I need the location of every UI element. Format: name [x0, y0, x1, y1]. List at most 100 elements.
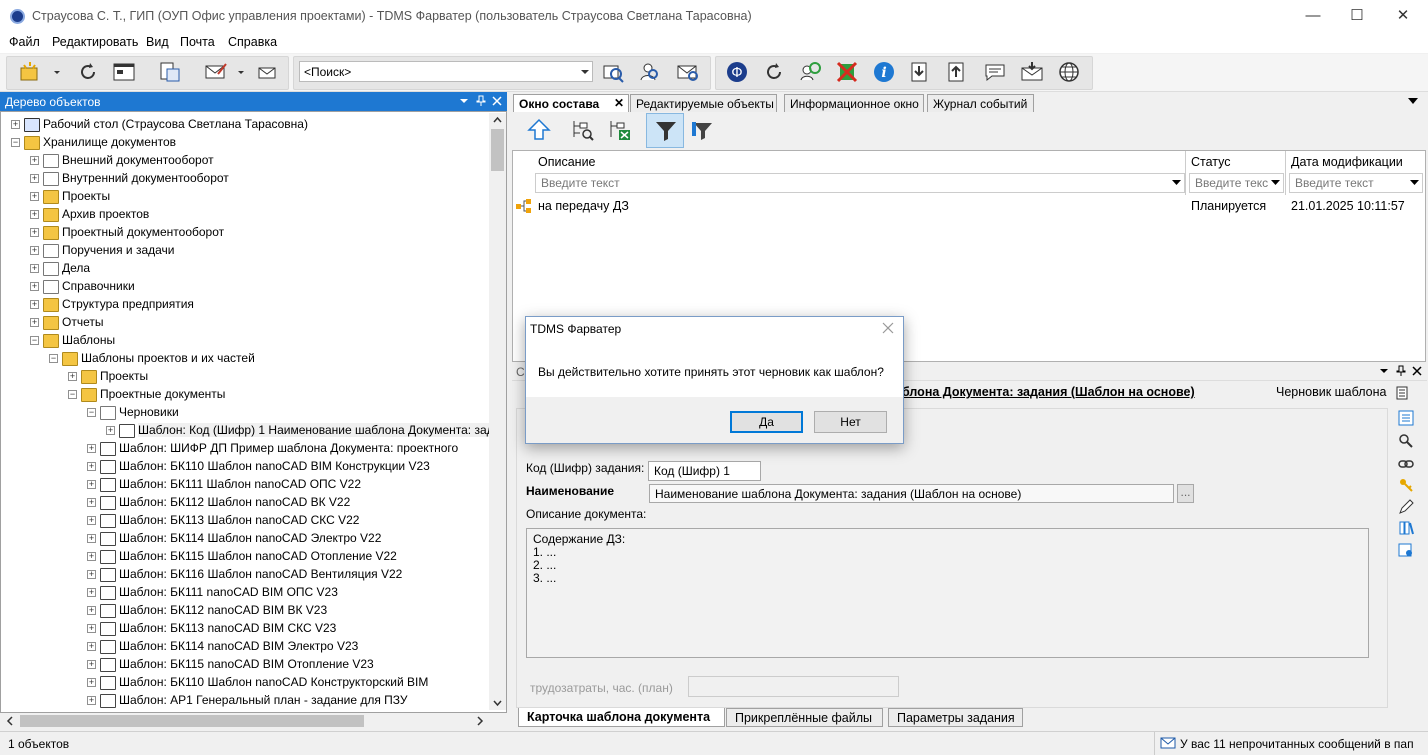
collapse-icon[interactable]: − — [30, 336, 39, 346]
expand-icon[interactable]: + — [30, 156, 39, 166]
description-filter-input[interactable]: Введите текст — [535, 173, 1185, 193]
table-row[interactable]: на передачу ДЗ Планируется 21.01.2025 10… — [513, 197, 1425, 217]
expand-icon[interactable]: + — [11, 120, 20, 130]
name-field[interactable]: Наименование шаблона Документа: задания … — [649, 484, 1174, 503]
chevron-down-icon[interactable] — [459, 95, 469, 107]
expand-icon[interactable]: + — [30, 318, 39, 328]
expand-icon[interactable]: + — [30, 210, 39, 220]
tree-item[interactable]: + Шаблон: БК112 nanoCAD BIM ВК V23 — [87, 601, 327, 619]
tree-item[interactable]: + Структура предприятия — [30, 295, 194, 313]
tabs-menu-chevron-icon[interactable] — [1407, 96, 1419, 106]
menu-view[interactable]: Вид — [146, 35, 169, 49]
card-view-icon[interactable] — [1398, 410, 1414, 426]
tree-item[interactable]: − Хранилище документов — [11, 133, 176, 151]
expand-icon[interactable]: + — [87, 606, 96, 616]
collapse-icon[interactable]: − — [68, 390, 77, 400]
tree-item[interactable]: + Шаблон: БК116 Шаблон nanoCAD Вентиляция… — [87, 565, 402, 583]
tree-item[interactable]: − Шаблоны — [30, 331, 115, 349]
inbox-mail-icon[interactable] — [1020, 60, 1044, 84]
expand-icon[interactable]: + — [87, 480, 96, 490]
tree-item[interactable]: + Отчеты — [30, 313, 103, 331]
tree-item[interactable]: + Шаблон: АР1 Генеральный план - задание … — [87, 691, 408, 709]
edit-icon[interactable] — [1398, 499, 1414, 515]
tree-item[interactable]: + Проектный документооборот — [30, 223, 224, 241]
tab-template-card[interactable]: Карточка шаблона документа — [518, 708, 725, 727]
expand-icon[interactable]: + — [30, 192, 39, 202]
filter-button[interactable] — [646, 113, 684, 148]
tree-item[interactable]: + Поручения и задачи — [30, 241, 175, 259]
send-mail-icon[interactable] — [255, 60, 279, 84]
expand-icon[interactable]: + — [30, 246, 39, 256]
tab-event-log[interactable]: Журнал событий — [927, 94, 1034, 112]
tree-item[interactable]: + Шаблон: БК115 Шаблон nanoCAD Отопление … — [87, 547, 397, 565]
tree-item[interactable]: + Шаблон: БК114 nanoCAD BIM Электро V23 — [87, 637, 358, 655]
scroll-left-icon[interactable] — [6, 716, 14, 726]
tree-item[interactable]: + Проекты — [68, 367, 148, 385]
expand-icon[interactable]: + — [87, 696, 96, 706]
tree-item[interactable]: + Шаблон: ШИФР ДП Пример шаблона Документ… — [87, 439, 458, 457]
scroll-down-icon[interactable] — [493, 699, 502, 707]
tree-item[interactable]: + Шаблон: БК113 Шаблон nanoCAD СКС V22 — [87, 511, 359, 529]
tree-item[interactable]: + Внутренний документооборот — [30, 169, 229, 187]
link-icon[interactable] — [1398, 456, 1414, 472]
menu-mail[interactable]: Почта — [180, 35, 215, 49]
expand-icon[interactable]: + — [30, 300, 39, 310]
tree-horizontal-scrollbar[interactable] — [2, 713, 505, 729]
tab-composition[interactable]: Окно состава ✕ — [513, 94, 629, 112]
close-button[interactable]: ✕ — [1380, 0, 1426, 32]
collapse-icon[interactable]: − — [87, 408, 96, 418]
search-mail-icon[interactable] — [676, 60, 700, 84]
collapse-icon[interactable]: − — [11, 138, 20, 148]
expand-icon[interactable]: + — [87, 570, 96, 580]
tree-item[interactable]: + Проекты — [30, 187, 110, 205]
refresh-icon[interactable] — [762, 60, 786, 84]
chevron-down-icon[interactable] — [52, 60, 62, 84]
filter-settings-icon[interactable] — [690, 118, 714, 142]
tree-item[interactable]: + Архив проектов — [30, 205, 149, 223]
document-tree-icon[interactable] — [157, 60, 181, 84]
tree-item[interactable]: + Внешний документооборот — [30, 151, 214, 169]
unread-messages-text[interactable]: У вас 11 непрочитанных сообщений в пап — [1180, 737, 1414, 751]
code-field[interactable]: Код (Шифр) 1 — [648, 461, 761, 481]
tree-item[interactable]: + Справочники — [30, 277, 135, 295]
chevron-down-icon[interactable] — [580, 65, 590, 79]
description-textarea[interactable]: Содержание ДЗ: 1. ... 2. ... 3. ... — [526, 528, 1369, 658]
download-doc-icon[interactable] — [907, 60, 931, 84]
expand-icon[interactable]: + — [87, 552, 96, 562]
expand-icon[interactable]: + — [87, 624, 96, 634]
expand-icon[interactable]: + — [87, 516, 96, 526]
up-level-icon[interactable] — [527, 118, 551, 142]
expand-icon[interactable]: + — [106, 426, 115, 436]
expand-icon[interactable]: + — [68, 372, 77, 382]
sync-users-icon[interactable] — [798, 60, 822, 84]
tree-vertical-scrollbar[interactable] — [489, 113, 506, 710]
no-button[interactable]: Нет — [814, 411, 887, 433]
expand-icon[interactable]: + — [30, 264, 39, 274]
tab-attached-files[interactable]: Прикреплённые файлы — [726, 708, 883, 727]
tree-item[interactable]: + Шаблон: БК110 Шаблон nanoCAD Конструкто… — [87, 673, 428, 691]
tab-task-parameters[interactable]: Параметры задания — [888, 708, 1023, 727]
column-header-status[interactable]: Статус — [1191, 155, 1231, 169]
search-combo[interactable]: <Поиск> — [299, 61, 593, 82]
write-message-icon[interactable] — [204, 60, 228, 84]
tree-item[interactable]: + Дела — [30, 259, 90, 277]
scroll-right-icon[interactable] — [476, 716, 484, 726]
tree-item[interactable]: + Рабочий стол (Страусова Светлана Тарасо… — [11, 115, 308, 133]
expand-icon[interactable]: + — [87, 462, 96, 472]
refresh-icon[interactable] — [76, 60, 100, 84]
tree-item[interactable]: + Шаблон: БК110 Шаблон nanoCAD BIM Констр… — [87, 457, 430, 475]
tree-horizontal-scroll-thumb[interactable] — [20, 715, 364, 727]
globe-icon[interactable] — [1057, 60, 1081, 84]
search-users-icon[interactable] — [638, 60, 662, 84]
card-object-link[interactable]: блона Документа: задания (Шаблон на осно… — [902, 385, 1195, 399]
menu-help[interactable]: Справка — [228, 35, 277, 49]
keys-icon[interactable] — [1398, 477, 1414, 493]
expand-icon[interactable]: + — [87, 444, 96, 454]
excel-export-icon[interactable] — [608, 118, 632, 142]
menu-edit[interactable]: Редактировать — [52, 35, 138, 49]
status-filter-input[interactable]: Введите текс — [1189, 173, 1284, 193]
expand-icon[interactable]: + — [30, 228, 39, 238]
tab-edited-objects[interactable]: Редактируемые объекты — [630, 94, 777, 112]
tree-item[interactable]: + Шаблон: Код (Шифр) 1 Наименование шабло… — [106, 421, 506, 439]
tree-item[interactable]: − Проектные документы — [68, 385, 225, 403]
